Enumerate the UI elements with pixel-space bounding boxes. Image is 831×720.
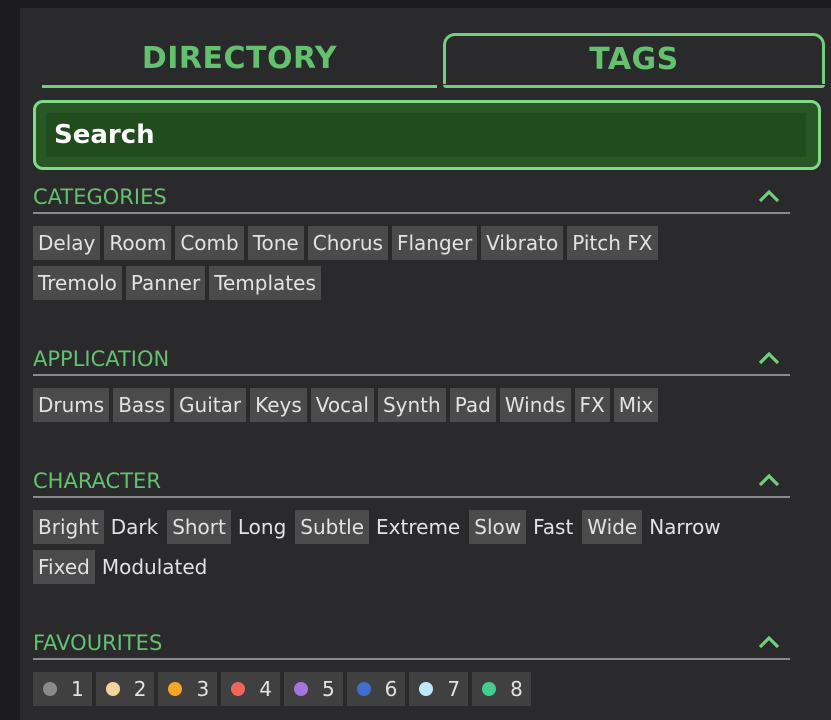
favourite-chip[interactable]: 8 [472, 672, 531, 706]
tag-chip[interactable]: Long [235, 510, 291, 544]
section-application: APPLICATION Drums Bass Guitar Keys Vocal… [33, 346, 790, 428]
chip-row: 1 2 3 4 5 6 7 8 [33, 672, 790, 706]
section-title: APPLICATION [33, 347, 170, 371]
favourite-chips: 1 2 3 4 5 6 7 8 [33, 672, 790, 706]
favourite-chip[interactable]: 1 [33, 672, 92, 706]
tag-chip[interactable]: Winds [499, 388, 571, 422]
tab-tags-label: TAGS [589, 42, 679, 77]
tag-chip[interactable]: Dark [108, 510, 163, 544]
section-title: CHARACTER [33, 469, 161, 493]
color-dot-icon [419, 682, 434, 696]
color-dot-icon [231, 682, 246, 696]
tag-chip[interactable]: Narrow [646, 510, 725, 544]
tag-chips: Delay Room Comb Tone Chorus Flanger Vibr… [33, 226, 790, 300]
tab-tags[interactable]: TAGS [443, 33, 825, 88]
favourite-chip[interactable]: 7 [409, 672, 469, 706]
tag-chip[interactable]: Fast [530, 510, 578, 544]
tag-chip[interactable]: Guitar [174, 388, 247, 422]
favourite-number: 2 [133, 677, 147, 701]
color-dot-icon [43, 682, 57, 696]
tag-chip[interactable]: Tone [247, 226, 304, 260]
tag-chips: Drums Bass Guitar Keys Vocal Synth Pad W… [33, 388, 790, 422]
tag-chip[interactable]: Room [104, 226, 172, 260]
chip-row: Fixed Modulated [33, 550, 790, 584]
section-categories: CATEGORIES Delay Room Comb Tone Chorus F… [33, 184, 790, 306]
tag-chip[interactable]: Tremolo [33, 266, 122, 300]
favourite-number: 6 [384, 677, 398, 701]
chevron-up-icon[interactable] [758, 634, 780, 650]
tag-chip[interactable]: Fixed [33, 550, 95, 584]
chip-row: Tremolo Panner Templates [33, 266, 790, 300]
color-dot-icon [482, 682, 497, 696]
tag-chip[interactable]: Short [167, 510, 231, 544]
tag-chip[interactable]: Modulated [99, 550, 213, 584]
tag-chip[interactable]: Drums [33, 388, 110, 422]
section-title: FAVOURITES [33, 631, 163, 655]
tag-chip[interactable]: Delay [33, 226, 101, 260]
favourite-number: 5 [321, 677, 335, 701]
section-header[interactable]: CHARACTER [33, 468, 790, 498]
favourite-chip[interactable]: 4 [221, 672, 280, 706]
favourite-chip[interactable]: 5 [283, 672, 343, 706]
tab-directory[interactable]: DIRECTORY [42, 33, 437, 88]
tag-chip[interactable]: Chorus [307, 226, 388, 260]
tab-directory-label: DIRECTORY [141, 41, 338, 76]
tag-chip[interactable]: Bright [33, 510, 104, 544]
search-input[interactable] [46, 113, 806, 157]
tag-chip[interactable]: Wide [582, 510, 643, 544]
tag-chip[interactable]: Templates [209, 266, 321, 300]
tag-chip[interactable]: Pitch FX [567, 226, 658, 260]
color-dot-icon [168, 682, 183, 696]
tag-chip[interactable]: Panner [125, 266, 206, 300]
chip-row: Delay Room Comb Tone Chorus Flanger Vibr… [33, 226, 790, 260]
section-header[interactable]: APPLICATION [33, 346, 790, 376]
tag-chip[interactable]: Flanger [391, 226, 478, 260]
tag-chip[interactable]: Vibrato [481, 226, 564, 260]
favourite-number: 4 [259, 677, 272, 701]
chip-row: Drums Bass Guitar Keys Vocal Synth Pad W… [33, 388, 790, 422]
favourite-chip[interactable]: 3 [158, 672, 218, 706]
color-dot-icon [105, 682, 120, 696]
color-dot-icon [356, 682, 371, 696]
tag-chip[interactable]: Comb [175, 226, 244, 260]
tag-chips: Bright Dark Short Long Subtle Extreme Sl… [33, 510, 790, 584]
tag-chip[interactable]: Synth [377, 388, 446, 422]
tag-chip[interactable]: Bass [113, 388, 171, 422]
tag-chip[interactable]: Subtle [295, 510, 370, 544]
favourite-chip[interactable]: 6 [346, 672, 406, 706]
tag-chip[interactable]: Extreme [373, 510, 465, 544]
favourite-number: 8 [510, 677, 523, 701]
tag-chip[interactable]: Vocal [310, 388, 374, 422]
chevron-up-icon[interactable] [758, 350, 780, 366]
favourite-chip[interactable]: 2 [95, 672, 155, 706]
section-header[interactable]: FAVOURITES [33, 630, 790, 660]
section-favourites: FAVOURITES 1 2 3 4 5 6 7 8 [33, 630, 790, 712]
chevron-up-icon[interactable] [758, 188, 780, 204]
tag-chip[interactable]: Slow [469, 510, 527, 544]
search-box [33, 100, 821, 170]
chevron-up-icon[interactable] [758, 472, 780, 488]
favourite-number: 7 [447, 677, 461, 701]
tag-chip[interactable]: Keys [250, 388, 307, 422]
chip-row: Bright Dark Short Long Subtle Extreme Sl… [33, 510, 790, 544]
tag-chip[interactable]: Pad [449, 388, 496, 422]
section-character: CHARACTER Bright Dark Short Long Subtle … [33, 468, 790, 590]
tag-chip[interactable]: Mix [613, 388, 659, 422]
section-header[interactable]: CATEGORIES [33, 184, 790, 214]
favourite-number: 1 [71, 677, 84, 701]
tag-chip[interactable]: FX [574, 388, 610, 422]
favourite-number: 3 [196, 677, 210, 701]
section-title: CATEGORIES [33, 185, 167, 209]
color-dot-icon [293, 682, 308, 696]
